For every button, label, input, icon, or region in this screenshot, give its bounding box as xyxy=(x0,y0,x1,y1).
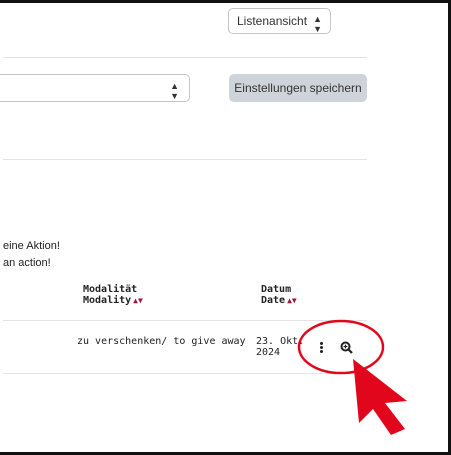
column-label-en: Date xyxy=(261,295,286,306)
column-label-de: Datum xyxy=(261,284,292,295)
cell-date: 23. Okt. 2024 xyxy=(256,336,304,358)
screenshot-frame xyxy=(0,0,451,455)
notice-text-en: an action! xyxy=(3,257,51,269)
table-divider xyxy=(3,320,367,321)
column-label-en: Modality xyxy=(83,295,132,306)
sort-arrows-icon[interactable]: ▲▼ xyxy=(287,296,297,305)
settings-select[interactable]: ▲ ▼ xyxy=(0,74,190,102)
zoom-in-icon[interactable] xyxy=(340,341,354,355)
save-settings-button[interactable]: Einstellungen speichern xyxy=(229,74,367,102)
more-vertical-icon[interactable] xyxy=(316,341,326,355)
cell-modality: zu verschenken/ to give away xyxy=(77,336,246,347)
select-arrows-icon: ▲ ▼ xyxy=(313,14,322,34)
table-divider xyxy=(3,373,367,374)
divider xyxy=(3,159,367,160)
column-header-date[interactable]: Datum Date ▲▼ xyxy=(261,284,297,306)
view-mode-select[interactable]: Listenansicht ▲ ▼ xyxy=(228,8,331,34)
divider xyxy=(3,57,367,58)
column-label-de: Modalität xyxy=(83,284,138,295)
sort-arrows-icon[interactable]: ▲▼ xyxy=(133,296,143,305)
year-line: 2024 xyxy=(256,347,281,358)
date-line: 23. Okt. xyxy=(256,336,305,347)
notice-text-de: eine Aktion! xyxy=(3,240,60,252)
view-mode-value: Listenansicht xyxy=(237,14,308,28)
column-header-modality[interactable]: Modalität Modality ▲▼ xyxy=(83,284,143,306)
select-arrows-icon: ▲ ▼ xyxy=(170,81,179,101)
